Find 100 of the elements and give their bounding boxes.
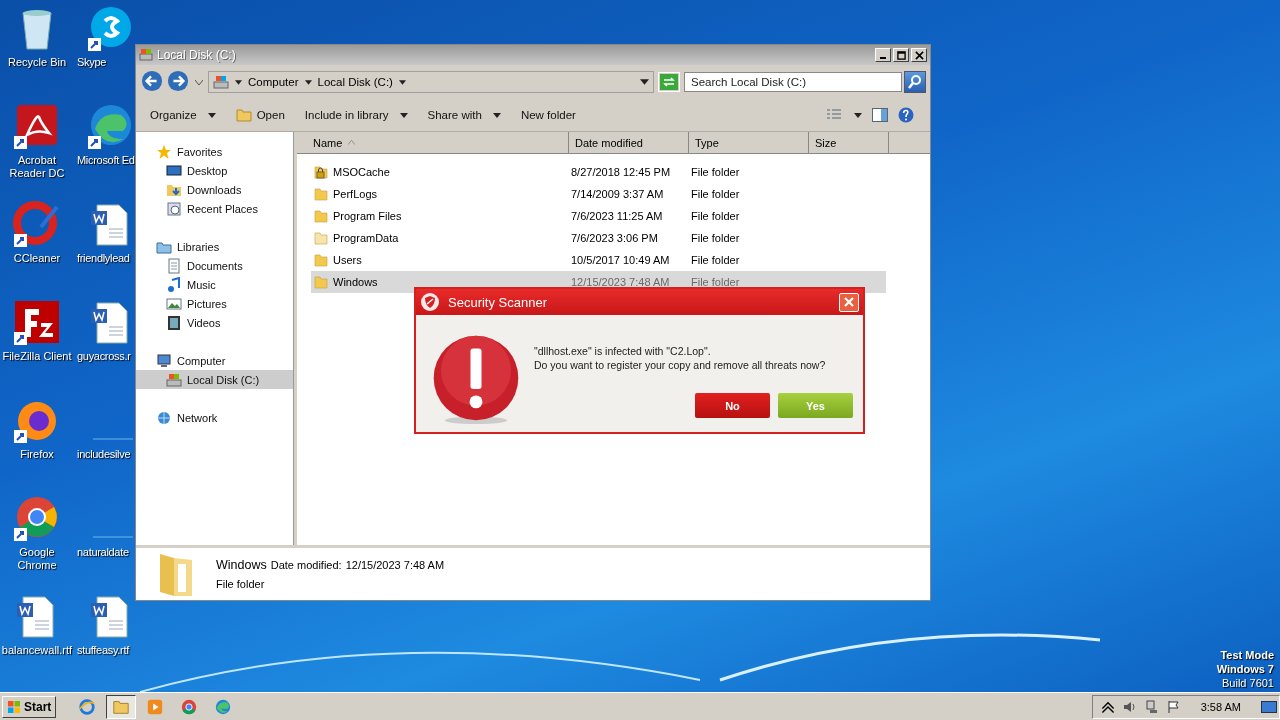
table-cell-text: 7/14/2009 3:37 AM <box>571 188 665 200</box>
network-icon[interactable] <box>1144 699 1159 714</box>
documents-icon <box>166 257 182 274</box>
folder-icon <box>313 274 329 290</box>
file-name: ProgramData <box>333 232 399 244</box>
nav-item[interactable]: Downloads <box>136 180 293 199</box>
window-title: Local Disk (C:) <box>157 48 236 62</box>
file-name: Windows <box>333 276 378 288</box>
nav-item[interactable]: Recent Places <box>136 199 293 218</box>
desktop-icon-label[interactable]: FileZilla Client <box>2 350 72 363</box>
address-bar[interactable]: Computer Local Disk (C:) <box>208 71 654 93</box>
refresh-button[interactable] <box>658 72 680 92</box>
minimize-button[interactable] <box>875 48 891 62</box>
nav-item[interactable]: Computer <box>136 351 293 370</box>
back-button[interactable] <box>140 70 164 94</box>
desktop-icon-label[interactable]: Google Chrome <box>0 546 74 572</box>
flag-icon[interactable] <box>1166 699 1181 714</box>
computer-icon <box>156 352 172 369</box>
toolbar-button[interactable]: Open <box>227 104 293 126</box>
desktop-icon-label[interactable]: balancewall.rtf <box>1 644 73 657</box>
start-button[interactable]: Start <box>2 695 57 718</box>
nav-item[interactable]: Documents <box>136 256 293 275</box>
chevron-up-icon[interactable] <box>1100 699 1115 714</box>
help-button[interactable] <box>898 107 914 123</box>
caret-icon[interactable] <box>304 79 312 85</box>
nav-item[interactable]: Local Disk (C:) <box>136 370 293 389</box>
forward-button[interactable] <box>166 70 190 94</box>
speaker-icon[interactable] <box>1122 699 1137 714</box>
disk-icon <box>166 371 182 388</box>
desktop-icon-label[interactable]: includesilve <box>77 448 131 461</box>
view-options-button[interactable] <box>826 108 862 122</box>
details-type: File folder <box>216 578 266 590</box>
clock[interactable]: 3:58 AM <box>1200 700 1241 713</box>
app-icon[interactable] <box>13 201 61 249</box>
file-name: Program Files <box>333 210 402 222</box>
file-name: PerfLogs <box>333 188 378 200</box>
table-cell-text: File folder <box>691 188 741 200</box>
close-icon <box>843 296 855 308</box>
show-desktop-button[interactable] <box>1261 700 1277 713</box>
column-header[interactable]: Type <box>689 132 809 154</box>
taskbar-app-icon[interactable] <box>106 694 137 719</box>
caret-icon[interactable] <box>235 79 242 85</box>
table-cell-text: 10/5/2017 10:49 AM <box>571 254 671 266</box>
app-icon[interactable] <box>13 299 61 347</box>
details-name: Windows <box>216 558 267 572</box>
file-row[interactable]: ProgramData 7/6/2023 3:06 PM File folder <box>311 227 886 249</box>
pictures-icon <box>166 295 182 312</box>
desktop-icon-label[interactable]: Microsoft Ed <box>77 154 135 167</box>
dialog-message: Do you want to register your copy and remove all threats now? <box>534 359 827 371</box>
file-name: Users <box>333 254 362 266</box>
column-header[interactable]: Size <box>809 132 889 154</box>
desktop-icon-label[interactable]: naturaldate <box>77 546 129 559</box>
desktop-icon-label[interactable]: Recycle Bin <box>7 56 67 69</box>
desktop-icon-label[interactable]: Firefox <box>20 448 54 461</box>
toolbar-button[interactable]: New folder <box>512 105 584 125</box>
breadcrumb-item[interactable]: Local Disk (C:) <box>317 76 393 88</box>
folder-icon <box>313 230 329 246</box>
desktop-icon-label[interactable]: friendlylead <box>77 252 130 265</box>
search-field[interactable]: Search Local Disk (C:) <box>684 72 902 92</box>
file-row[interactable]: PerfLogs 7/14/2009 3:37 AM File folder <box>311 183 886 205</box>
file-row[interactable]: Users 10/5/2017 10:49 AM File folder <box>311 249 886 271</box>
dialog-message: "dllhost.exe" is infected with "C2.Lop". <box>534 345 712 357</box>
search-button[interactable] <box>904 71 926 93</box>
dialog-title: Security Scanner <box>448 294 547 310</box>
caret-icon[interactable] <box>398 79 406 85</box>
table-cell-text: 7/6/2023 3:06 PM <box>571 232 659 244</box>
desktop-icon-label[interactable]: guyacross.r <box>77 350 131 363</box>
nav-item[interactable]: Libraries <box>136 237 293 256</box>
folder-icon <box>313 208 329 224</box>
toolbar-button[interactable]: Include in library <box>296 105 416 125</box>
nav-item[interactable]: Network <box>136 408 293 427</box>
toolbar-button[interactable]: Organize <box>142 105 224 125</box>
column-header[interactable]: Name <box>297 132 569 154</box>
details-value: 12/15/2023 7:48 AM <box>345 559 445 571</box>
caret-icon[interactable] <box>640 79 649 85</box>
nav-item[interactable]: Favorites <box>136 142 293 161</box>
test-mode-text: Build 7601 <box>1222 676 1274 690</box>
no-button[interactable]: No <box>695 393 770 418</box>
breadcrumb-item[interactable]: Computer <box>248 76 299 88</box>
file-name: MSOCache <box>333 166 390 178</box>
desktop-icon-label[interactable]: stuffeasy.rtf <box>77 644 129 657</box>
minimize-icon <box>880 57 886 59</box>
maximize-button[interactable] <box>893 48 909 62</box>
nav-item[interactable]: Pictures <box>136 294 293 313</box>
desktop-icon-label[interactable]: CCleaner <box>13 252 61 265</box>
videos-icon <box>166 314 182 331</box>
nav-item[interactable]: Videos <box>136 313 293 332</box>
file-row[interactable]: MSOCache 8/27/2018 12:45 PM File folder <box>311 161 886 183</box>
preview-pane-button[interactable] <box>872 108 888 122</box>
desktop-icon-label[interactable]: Acrobat Reader DC <box>0 154 74 180</box>
nav-item[interactable]: Desktop <box>136 161 293 180</box>
folder-icon <box>235 108 252 122</box>
test-mode-text: Windows 7 <box>1216 662 1274 676</box>
toolbar-button[interactable]: Share with <box>419 105 509 125</box>
windows-logo-icon <box>7 699 21 714</box>
close-button[interactable] <box>911 48 927 62</box>
nav-item[interactable]: Music <box>136 275 293 294</box>
file-row[interactable]: Program Files 7/6/2023 11:25 AM File folder <box>311 205 886 227</box>
desktop-icon-label[interactable]: Skype <box>77 56 107 69</box>
column-header[interactable]: Date modified <box>569 132 689 154</box>
